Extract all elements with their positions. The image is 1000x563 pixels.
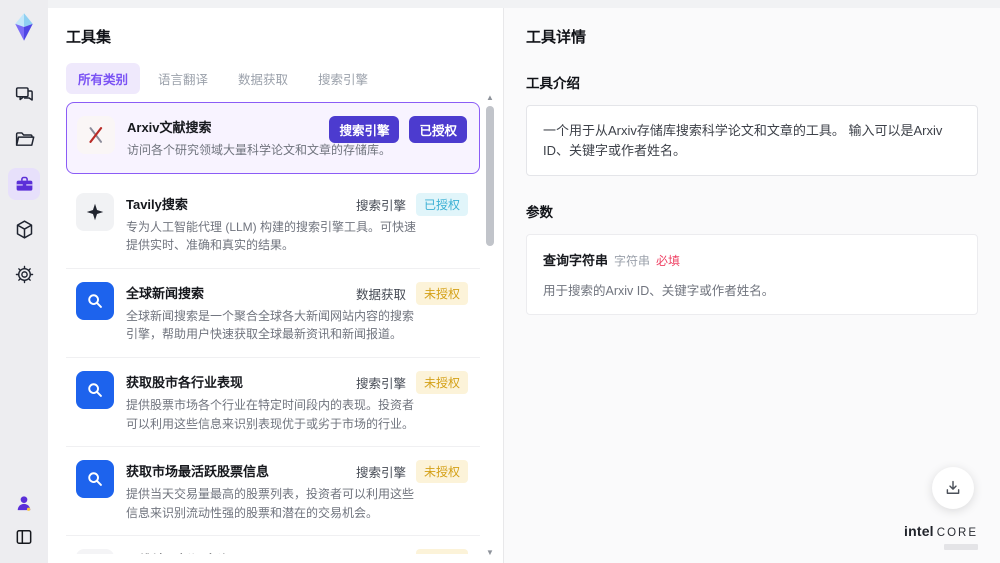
tool-auth-badge: 已授权	[415, 192, 468, 216]
app-sidebar	[0, 0, 48, 563]
scrollbar-thumb[interactable]	[486, 106, 494, 246]
search-blue-icon	[76, 281, 114, 320]
param-name: 查询字符串	[543, 253, 609, 268]
params-heading: 参数	[526, 205, 553, 220]
tool-description: 访问各个研究领域大量科学论文和文章的存储库。	[127, 143, 392, 157]
toolbox-icon[interactable]	[8, 168, 40, 200]
news-icon	[76, 549, 114, 554]
tab-0[interactable]: 所有类别	[66, 63, 141, 94]
list-scrollbar: ▲ ▼	[484, 94, 496, 557]
parameters-box: 查询字符串 字符串 必填用于搜索的Arxiv ID、关键字或作者姓名。	[526, 234, 978, 315]
app-logo-icon	[7, 10, 41, 44]
category-tabs: 所有类别 语言翻译 数据获取 搜索引擎	[66, 63, 503, 94]
intro-box: 一个用于从Arxiv存储库搜索科学论文和文章的工具。 输入可以是Arxiv ID…	[526, 105, 978, 176]
tool-description: 专为人工智能代理 (LLM) 构建的搜索引擎工具。可快速提供实时、准确和真实的结…	[126, 219, 417, 253]
tool-category-tag: 搜索引擎	[355, 376, 406, 391]
gear-icon[interactable]	[8, 258, 40, 290]
sidebar-bottom-nav	[8, 487, 40, 553]
search-blue-icon	[76, 370, 114, 409]
tool-auth-badge: 未授权	[415, 460, 468, 484]
user-icon[interactable]	[8, 487, 40, 519]
tool-details-panel: 工具详情 工具介绍 一个用于从Arxiv存储库搜索科学论文和文章的工具。 输入可…	[503, 8, 1000, 563]
tool-description: 全球新闻搜索是一个聚合全球各大新闻网站内容的搜索引擎，帮助用户快速获取全球最新资…	[126, 308, 415, 342]
tavily-icon	[76, 192, 114, 231]
intro-heading: 工具介绍	[526, 76, 580, 91]
search-blue-icon	[76, 460, 114, 499]
toolset-panel: 工具集 所有类别 语言翻译 数据获取 搜索引擎 Arxiv文献搜索 访问各个研究领域大…	[48, 8, 503, 563]
tool-description: 提供当天交易量最高的股票列表，投资者可以利用这些信息来识别流动性强的股票和潜在的…	[126, 487, 415, 520]
tool-card[interactable]: 获取市场最活跃股票信息 提供当天交易量最高的股票列表，投资者可以利用这些信息来识…	[66, 447, 480, 537]
folder-icon[interactable]	[8, 123, 40, 155]
tab-3[interactable]: 搜索引擎	[306, 63, 380, 94]
tool-auth-badge: 未授权	[415, 549, 468, 554]
tool-category-tag: 搜索引擎	[329, 116, 400, 143]
tool-description: 提供股票市场各个行业在特定时间段内的表现。投资者可以利用这些信息来识别表现优于或…	[126, 397, 415, 431]
download-icon	[946, 480, 960, 494]
intel-badge-subline	[944, 544, 978, 550]
tool-card[interactable]: 万维地区新闻查询 查询具体行政区划内的新闻，快速了解各地新闻动 搜索引擎 未授权	[66, 536, 480, 554]
toolset-title: 工具集	[66, 29, 112, 46]
tool-card[interactable]: Tavily搜索 专为人工智能代理 (LLM) 构建的搜索引擎工具。可快速提供实…	[66, 179, 480, 269]
tool-card[interactable]: 全球新闻搜索 全球新闻搜索是一个聚合全球各大新闻网站内容的搜索引擎，帮助用户快速…	[66, 268, 480, 358]
tool-card[interactable]: Arxiv文献搜索 访问各个研究领域大量科学论文和文章的存储库。 搜索引擎 已授…	[66, 102, 480, 174]
param-required-flag: 必填	[656, 254, 681, 268]
panel-toggle-icon[interactable]	[8, 521, 40, 553]
chat-icon[interactable]	[8, 78, 40, 110]
tool-category-tag: 数据获取	[355, 287, 406, 302]
tool-category-tag: 搜索引擎	[355, 198, 406, 213]
intel-brand-text: intel	[903, 523, 934, 539]
tool-category-tag: 搜索引擎	[356, 551, 406, 554]
scrollbar-down-arrow[interactable]: ▼	[484, 549, 496, 557]
parameter-row: 查询字符串 字符串 必填用于搜索的Arxiv ID、关键字或作者姓名。	[543, 250, 961, 299]
download-button[interactable]	[932, 467, 974, 509]
tool-auth-badge: 已授权	[409, 116, 467, 143]
tab-1[interactable]: 语言翻译	[146, 63, 220, 94]
tool-list: Arxiv文献搜索 访问各个研究领域大量科学论文和文章的存储库。 搜索引擎 已授…	[66, 102, 480, 554]
arxiv-icon	[77, 116, 115, 154]
core-brand-text: core	[936, 527, 978, 539]
intel-core-badge: intel core	[904, 523, 978, 550]
tab-2[interactable]: 数据获取	[226, 63, 300, 94]
cube-icon[interactable]	[8, 213, 40, 245]
param-type: 字符串	[614, 254, 651, 268]
tool-category-tag: 搜索引擎	[355, 466, 406, 481]
sidebar-nav	[8, 78, 40, 290]
scrollbar-up-arrow[interactable]: ▲	[484, 94, 496, 102]
tool-card[interactable]: 获取股市各行业表现 提供股票市场各个行业在特定时间段内的表现。投资者可以利用这些…	[66, 357, 480, 448]
param-description: 用于搜索的Arxiv ID、关键字或作者姓名。	[543, 284, 775, 298]
main-area: 工具集 所有类别 语言翻译 数据获取 搜索引擎 Arxiv文献搜索 访问各个研究领域大…	[48, 0, 1000, 563]
details-title: 工具详情	[526, 29, 587, 46]
tool-auth-badge: 未授权	[415, 370, 468, 394]
tool-auth-badge: 未授权	[415, 281, 468, 305]
